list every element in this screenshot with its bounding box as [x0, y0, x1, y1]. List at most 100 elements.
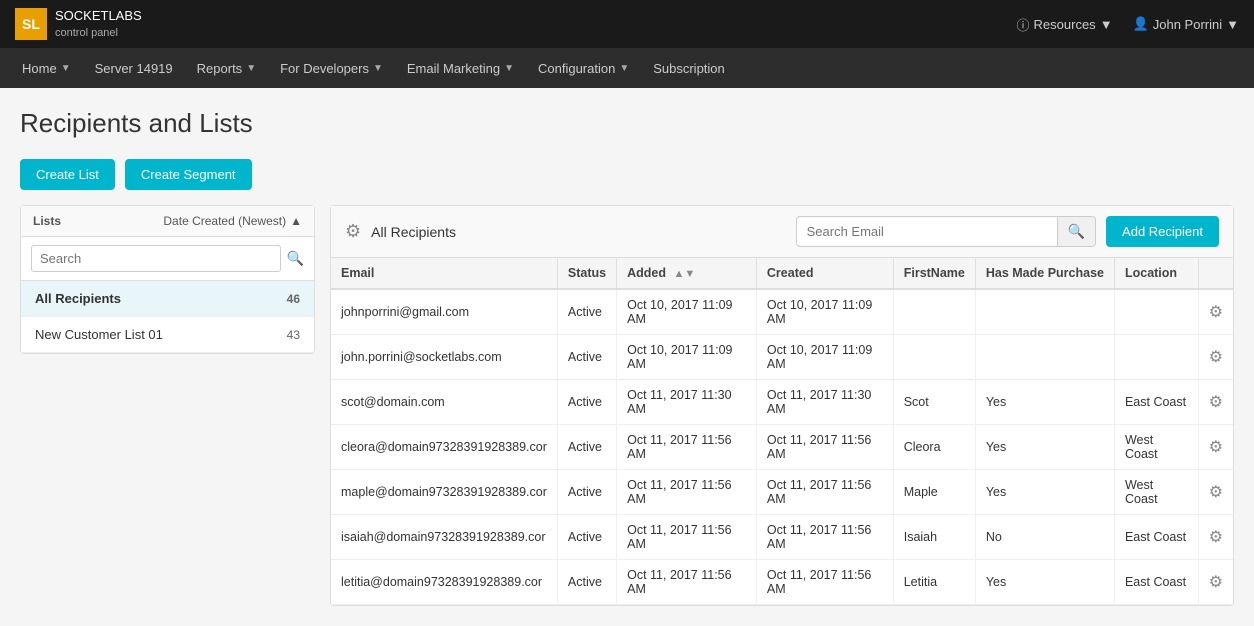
- cell-status: Active: [557, 425, 616, 470]
- sidebar-sort[interactable]: Date Created (Newest) ▲: [163, 214, 302, 228]
- sidebar: Lists Date Created (Newest) ▲ 🔍 All Reci…: [20, 205, 315, 354]
- sidebar-item-count: 43: [287, 328, 300, 342]
- nav-configuration[interactable]: Configuration ▼: [526, 48, 641, 88]
- cell-row-actions[interactable]: ⚙: [1198, 515, 1233, 560]
- settings-icon[interactable]: ⚙: [345, 221, 361, 242]
- sidebar-lists-label: Lists: [33, 214, 61, 228]
- row-gear-icon[interactable]: ⚙: [1209, 439, 1223, 456]
- cell-added: Oct 11, 2017 11:30 AM: [617, 380, 757, 425]
- cell-status: Active: [557, 380, 616, 425]
- cell-added: Oct 11, 2017 11:56 AM: [617, 470, 757, 515]
- cell-email: johnporrini@gmail.com: [331, 289, 557, 335]
- row-gear-icon[interactable]: ⚙: [1209, 304, 1223, 321]
- cell-has-made-purchase: Yes: [975, 425, 1114, 470]
- sidebar-search-icon: 🔍: [287, 250, 304, 267]
- top-right-nav: ⓘ Resources ▼ 👤 John Porrini ▼: [1017, 15, 1239, 34]
- nav-reports[interactable]: Reports ▼: [185, 48, 268, 88]
- cell-firstname: Maple: [893, 470, 975, 515]
- cell-status: Active: [557, 470, 616, 515]
- table-row: isaiah@domain97328391928389.cor Active O…: [331, 515, 1233, 560]
- cell-row-actions[interactable]: ⚙: [1198, 425, 1233, 470]
- cell-location: East Coast: [1114, 515, 1198, 560]
- cell-row-actions[interactable]: ⚙: [1198, 335, 1233, 380]
- nav-developers[interactable]: For Developers ▼: [268, 48, 395, 88]
- logo-text: SOCKETLABS control panel: [55, 8, 142, 40]
- developers-arrow-icon: ▼: [373, 63, 383, 74]
- cell-email: letitia@domain97328391928389.cor: [331, 560, 557, 605]
- nav-email-marketing[interactable]: Email Marketing ▼: [395, 48, 526, 88]
- col-status: Status: [557, 258, 616, 289]
- nav-server[interactable]: Server 14919: [83, 48, 185, 88]
- cell-status: Active: [557, 335, 616, 380]
- cell-created: Oct 11, 2017 11:56 AM: [756, 515, 893, 560]
- main-layout: Lists Date Created (Newest) ▲ 🔍 All Reci…: [20, 205, 1234, 606]
- cell-firstname: Cleora: [893, 425, 975, 470]
- user-arrow-icon: ▼: [1226, 17, 1239, 32]
- cell-status: Active: [557, 289, 616, 335]
- table-row: johnporrini@gmail.com Active Oct 10, 201…: [331, 289, 1233, 335]
- cell-added: Oct 10, 2017 11:09 AM: [617, 289, 757, 335]
- cell-firstname: Isaiah: [893, 515, 975, 560]
- cell-has-made-purchase: [975, 335, 1114, 380]
- row-gear-icon[interactable]: ⚙: [1209, 484, 1223, 501]
- cell-location: East Coast: [1114, 380, 1198, 425]
- cell-added: Oct 11, 2017 11:56 AM: [617, 560, 757, 605]
- col-created: Created: [756, 258, 893, 289]
- sidebar-search-input[interactable]: [31, 245, 281, 272]
- col-actions: [1198, 258, 1233, 289]
- row-gear-icon[interactable]: ⚙: [1209, 349, 1223, 366]
- cell-email: cleora@domain97328391928389.cor: [331, 425, 557, 470]
- cell-location: West Coast: [1114, 425, 1198, 470]
- cell-added: Oct 10, 2017 11:09 AM: [617, 335, 757, 380]
- search-email-button[interactable]: 🔍: [1057, 217, 1095, 246]
- sidebar-header: Lists Date Created (Newest) ▲: [21, 206, 314, 237]
- cell-email: isaiah@domain97328391928389.cor: [331, 515, 557, 560]
- col-has-made-purchase: Has Made Purchase: [975, 258, 1114, 289]
- row-gear-icon[interactable]: ⚙: [1209, 529, 1223, 546]
- cell-row-actions[interactable]: ⚙: [1198, 289, 1233, 335]
- cell-firstname: [893, 289, 975, 335]
- create-segment-button[interactable]: Create Segment: [125, 159, 252, 190]
- row-gear-icon[interactable]: ⚙: [1209, 574, 1223, 591]
- row-gear-icon[interactable]: ⚙: [1209, 394, 1223, 411]
- cell-row-actions[interactable]: ⚙: [1198, 380, 1233, 425]
- home-arrow-icon: ▼: [61, 63, 71, 74]
- resources-link[interactable]: ⓘ Resources ▼: [1017, 15, 1113, 34]
- cell-added: Oct 11, 2017 11:56 AM: [617, 425, 757, 470]
- cell-status: Active: [557, 515, 616, 560]
- search-email-input[interactable]: [797, 218, 1057, 245]
- email-marketing-arrow-icon: ▼: [504, 63, 514, 74]
- logo-icon: SL: [15, 8, 47, 40]
- cell-location: East Coast: [1114, 560, 1198, 605]
- cell-location: West Coast: [1114, 470, 1198, 515]
- nav-subscription[interactable]: Subscription: [641, 48, 737, 88]
- table-row: scot@domain.com Active Oct 11, 2017 11:3…: [331, 380, 1233, 425]
- cell-status: Active: [557, 560, 616, 605]
- col-location: Location: [1114, 258, 1198, 289]
- create-list-button[interactable]: Create List: [20, 159, 115, 190]
- sidebar-item-count: 46: [287, 292, 300, 306]
- sort-arrow-icon: ▲: [290, 214, 302, 228]
- cell-row-actions[interactable]: ⚙: [1198, 470, 1233, 515]
- header-right: 🔍 Add Recipient: [796, 216, 1219, 247]
- recipients-header: ⚙ All Recipients 🔍 Add Recipient: [331, 206, 1233, 258]
- cell-created: Oct 11, 2017 11:30 AM: [756, 380, 893, 425]
- recipients-table: Email Status Added ▲▼ Created FirstName …: [331, 258, 1233, 605]
- configuration-arrow-icon: ▼: [619, 63, 629, 74]
- cell-row-actions[interactable]: ⚙: [1198, 560, 1233, 605]
- cell-created: Oct 11, 2017 11:56 AM: [756, 470, 893, 515]
- sidebar-item-name: New Customer List 01: [35, 327, 163, 342]
- sidebar-item-all-recipients[interactable]: All Recipients 46: [21, 281, 314, 317]
- col-added[interactable]: Added ▲▼: [617, 258, 757, 289]
- table-row: john.porrini@socketlabs.com Active Oct 1…: [331, 335, 1233, 380]
- add-recipient-button[interactable]: Add Recipient: [1106, 216, 1219, 247]
- nav-home[interactable]: Home ▼: [10, 48, 83, 88]
- cell-has-made-purchase: Yes: [975, 380, 1114, 425]
- sidebar-item-new-customer-list[interactable]: New Customer List 01 43: [21, 317, 314, 353]
- cell-email: scot@domain.com: [331, 380, 557, 425]
- user-icon: 👤: [1133, 16, 1149, 32]
- cell-created: Oct 10, 2017 11:09 AM: [756, 289, 893, 335]
- user-link[interactable]: 👤 John Porrini ▼: [1133, 16, 1239, 32]
- nav-bar: Home ▼ Server 14919 Reports ▼ For Develo…: [0, 48, 1254, 88]
- search-email-container: 🔍: [796, 216, 1096, 247]
